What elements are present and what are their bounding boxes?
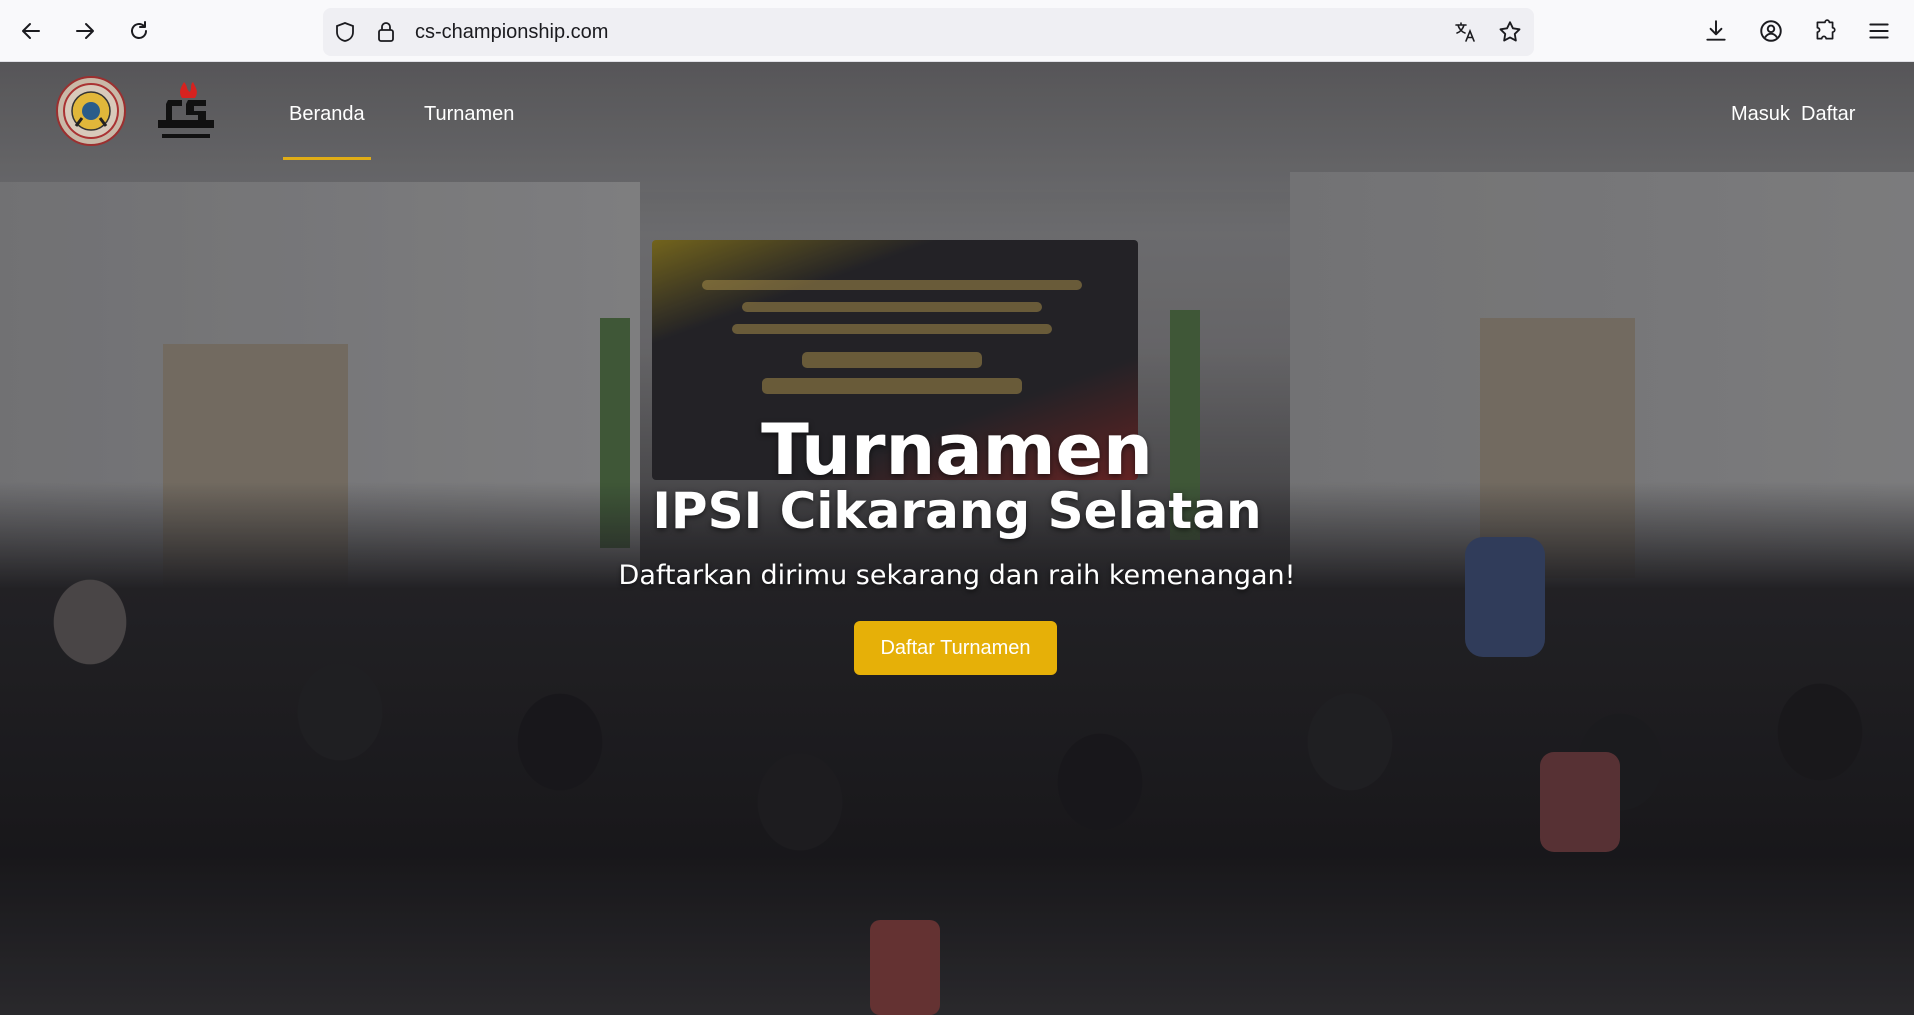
register-link[interactable]: Daftar bbox=[1801, 102, 1855, 126]
account-icon[interactable] bbox=[1758, 18, 1784, 44]
nav-link-beranda[interactable]: Beranda bbox=[289, 102, 365, 126]
cs-championship-logo[interactable] bbox=[150, 80, 222, 144]
cs-logo-icon bbox=[158, 82, 214, 138]
hero-subtitle: IPSI Cikarang Selatan bbox=[652, 482, 1262, 540]
url-text[interactable]: cs-championship.com bbox=[415, 20, 608, 44]
ipsi-logo[interactable] bbox=[56, 76, 126, 146]
login-link[interactable]: Masuk bbox=[1731, 102, 1790, 126]
register-tournament-button[interactable]: Daftar Turnamen bbox=[854, 621, 1057, 675]
hero-tagline: Daftarkan dirimu sekarang dan raih kemen… bbox=[618, 560, 1296, 591]
shield-icon[interactable] bbox=[333, 20, 357, 44]
star-icon[interactable] bbox=[1497, 19, 1523, 45]
hero-title: Turnamen bbox=[761, 409, 1153, 491]
address-bar[interactable]: cs-championship.com bbox=[323, 8, 1534, 56]
arrow-left-icon bbox=[22, 23, 40, 39]
arrow-right-icon bbox=[76, 23, 94, 39]
nav-link-turnamen[interactable]: Turnamen bbox=[424, 102, 514, 126]
forward-button[interactable] bbox=[68, 14, 102, 48]
puzzle-icon[interactable] bbox=[1812, 18, 1838, 44]
translate-icon[interactable] bbox=[1453, 20, 1477, 44]
hamburger-icon[interactable] bbox=[1866, 18, 1892, 44]
back-button[interactable] bbox=[14, 14, 48, 48]
download-icon[interactable] bbox=[1703, 18, 1729, 44]
reload-icon bbox=[131, 21, 147, 39]
browser-toolbar: cs-championship.com bbox=[0, 0, 1914, 62]
ipsi-emblem-icon bbox=[63, 83, 119, 139]
reload-button[interactable] bbox=[122, 14, 156, 48]
lock-icon[interactable] bbox=[374, 20, 398, 44]
active-nav-indicator bbox=[283, 157, 371, 160]
site-navbar: Beranda Turnamen Masuk Daftar bbox=[0, 62, 1914, 162]
